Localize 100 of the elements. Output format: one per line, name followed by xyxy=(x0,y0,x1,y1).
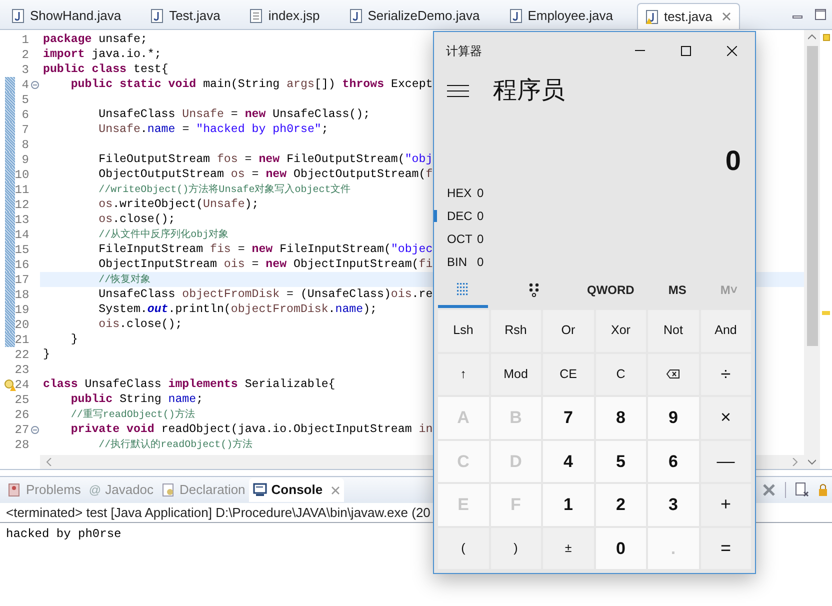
line-number: 3 xyxy=(22,62,30,78)
calculator-key[interactable]: 4 xyxy=(543,440,594,482)
calculator-key[interactable]: 9 xyxy=(648,397,698,438)
calculator-key[interactable]: × xyxy=(700,397,751,438)
calculator-key[interactable]: 2 xyxy=(596,484,646,526)
clear-console-icon[interactable] xyxy=(794,482,810,498)
editor-tab[interactable]: index.jsp xyxy=(240,3,340,29)
line-number: 15 xyxy=(14,242,30,258)
calculator-key[interactable]: — xyxy=(700,440,751,482)
line-number: 8 xyxy=(22,136,30,154)
radix-label[interactable]: HEX xyxy=(447,184,477,202)
calculator-key[interactable]: 5 xyxy=(596,440,646,482)
line-number: 25 xyxy=(14,392,30,408)
line-number: 17 xyxy=(14,272,30,288)
overview-marker[interactable] xyxy=(822,311,830,315)
mode-title: 程序员 xyxy=(493,76,565,106)
calculator-tab[interactable]: QWORD xyxy=(579,274,642,308)
code-line: package unsafe; xyxy=(43,33,148,46)
close-icon[interactable] xyxy=(722,12,732,21)
backspace-key[interactable] xyxy=(648,354,698,395)
code-line: //writeObject()方法将Unsafe对象写入object文件 xyxy=(98,183,351,196)
editor-tab[interactable]: test.java xyxy=(636,3,740,29)
menu-button[interactable] xyxy=(447,83,469,99)
line-number: 24 xyxy=(14,376,30,394)
code-line: public static void main(String args[]) throws Except xyxy=(70,78,433,91)
display-value: 0 xyxy=(725,147,741,175)
java-file-icon xyxy=(350,9,362,23)
line-number: 13 xyxy=(14,212,30,228)
radix-label[interactable]: DEC xyxy=(447,206,477,224)
line-number: 1 xyxy=(22,32,30,48)
calculator-key[interactable]: ÷ xyxy=(700,354,751,395)
calculator-key[interactable]: = xyxy=(700,528,751,569)
calculator-key[interactable]: Xor xyxy=(596,310,646,352)
calculator-key[interactable]: 3 xyxy=(648,484,698,526)
calculator-key[interactable]: Not xyxy=(648,310,698,352)
calculator-key[interactable]: And xyxy=(700,310,751,352)
radix-value: 0 xyxy=(477,254,484,270)
calculator-key[interactable]: Mod xyxy=(490,354,541,395)
java-file-icon xyxy=(151,9,164,23)
calculator-key[interactable]: Or xyxy=(543,310,594,352)
calculator-key[interactable]: Lsh xyxy=(438,310,488,352)
overview-marker[interactable] xyxy=(822,34,830,41)
radix-value: 0 xyxy=(477,230,484,248)
close-icon[interactable] xyxy=(330,486,340,494)
line-number: 5 xyxy=(22,92,30,108)
backspace-icon xyxy=(666,369,680,380)
code-line: } xyxy=(70,333,78,346)
line-number: 14 xyxy=(14,226,30,244)
line-number: 16 xyxy=(14,256,30,274)
calculator-key[interactable]: 8 xyxy=(596,397,646,438)
calculator-key[interactable]: ± xyxy=(543,528,594,569)
code-line: os.close(); xyxy=(98,213,176,226)
code-line: FileOutputStream fos = new FileOutputStream("obj xyxy=(98,153,433,166)
collapse-icon[interactable] xyxy=(31,426,40,434)
code-line: Unsafe.name = "hacked by ph0rse"; xyxy=(98,123,328,136)
line-number: 19 xyxy=(14,302,30,318)
calculator-key[interactable]: 1 xyxy=(543,484,594,526)
radix-label[interactable]: OCT xyxy=(447,230,477,248)
line-number: 22 xyxy=(14,346,30,364)
calculator-key[interactable]: + xyxy=(700,484,751,526)
code-line: ObjectOutputStream os = new ObjectOutputStream(f xyxy=(98,168,433,181)
dots-icon xyxy=(528,282,540,296)
scrollbar-thumb[interactable] xyxy=(806,46,818,346)
calculator-key[interactable]: Rsh xyxy=(490,310,541,352)
code-line: //执行默认的readObject()方法 xyxy=(98,438,253,451)
warning-bulb-icon[interactable] xyxy=(4,379,16,391)
line-number: 27 xyxy=(14,422,30,438)
calculator-key[interactable]: ( xyxy=(438,528,488,569)
radix-value: 0 xyxy=(477,184,484,202)
calculator-key[interactable]: 7 xyxy=(543,397,594,438)
calculator-key[interactable]: ) xyxy=(490,528,541,569)
collapse-icon[interactable] xyxy=(31,80,39,88)
radix-label[interactable]: BIN xyxy=(447,252,477,270)
line-number: 11 xyxy=(14,182,30,198)
calculator-key[interactable]: C xyxy=(596,354,646,395)
maximize-icon[interactable] xyxy=(815,9,826,20)
at-sign-icon: @ xyxy=(88,481,102,499)
editor-tab[interactable]: SerializeDemo.java xyxy=(340,3,500,29)
calculator-key[interactable]: 6 xyxy=(648,440,698,482)
panel-tab[interactable]: Console xyxy=(249,478,344,502)
code-line: //从文件中反序列化obj对象 xyxy=(98,228,229,241)
java-file-icon xyxy=(646,10,658,24)
calculator-key[interactable]: ↑ xyxy=(438,354,488,395)
calculator-tab[interactable]: MS xyxy=(660,274,694,308)
calculator-key[interactable]: CE xyxy=(543,354,594,395)
code-line: UnsafeClass Unsafe = new UnsafeClass(); xyxy=(98,108,370,121)
radix-value: 0 xyxy=(477,208,484,224)
line-number: 21 xyxy=(14,332,30,348)
editor-tab[interactable]: Employee.java xyxy=(500,3,633,29)
vertical-scrollbar[interactable] xyxy=(804,30,820,469)
line-number: 6 xyxy=(22,106,30,124)
editor-tab[interactable]: ShowHand.java xyxy=(2,3,142,29)
remove-icon[interactable] xyxy=(761,482,777,498)
window-title: 计算器 xyxy=(446,43,482,60)
lock-icon[interactable] xyxy=(818,482,828,498)
java-file-icon xyxy=(12,9,24,23)
editor-tab[interactable]: Test.java xyxy=(141,3,240,29)
keypad-icon xyxy=(457,282,469,296)
line-number: 12 xyxy=(14,196,30,214)
calculator-key[interactable]: 0 xyxy=(596,528,646,569)
